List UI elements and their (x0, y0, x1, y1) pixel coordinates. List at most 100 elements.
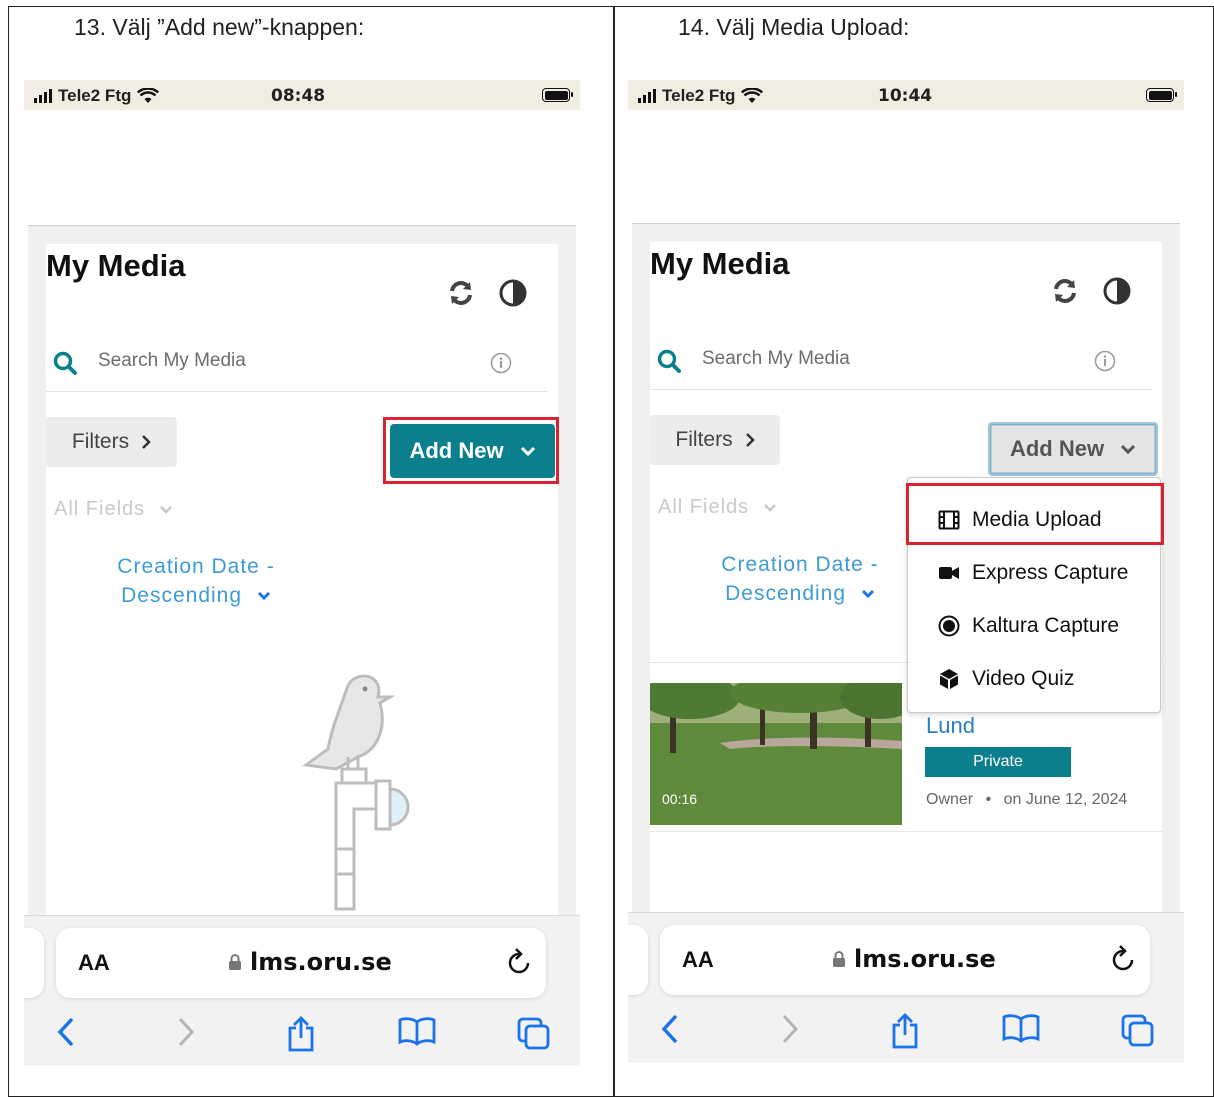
host-text: lms.oru.se (854, 945, 996, 973)
highlight-box (906, 483, 1164, 545)
safari-bottom-bar: AA lms.oru.se (24, 915, 580, 1066)
carrier-name: Tele2 Ftg (662, 86, 736, 105)
info-icon[interactable] (490, 352, 512, 374)
my-media-card: My Media Search My Media Filters Add New… (46, 244, 559, 1004)
lock-icon (229, 954, 241, 970)
signal-icon (34, 89, 52, 103)
text-size-button[interactable]: AA (682, 947, 714, 973)
page-sheet: My Media Search My Media Filters Add New… (28, 225, 576, 1004)
menu-item-label: Express Capture (972, 561, 1129, 584)
menu-item-label: Video Quiz (972, 667, 1075, 690)
search-bar[interactable]: Search My Media (650, 332, 1152, 390)
reload-icon[interactable] (1110, 945, 1136, 973)
status-bar: Tele2 Ftg 10:44 (628, 80, 1184, 110)
battery-icon (1146, 88, 1177, 102)
clock: 08:48 (271, 86, 326, 106)
contrast-icon[interactable] (1102, 276, 1132, 306)
battery-icon (542, 88, 573, 102)
page-sheet: My Media Search My Media Filters Add New… (632, 223, 1180, 1002)
sort-dropdown[interactable]: Creation Date - Descending (710, 550, 890, 608)
media-duration: 00:16 (662, 791, 698, 807)
status-bar: Tele2 Ftg 08:48 (24, 80, 580, 110)
menu-item-kaltura-capture[interactable]: Kaltura Capture (938, 614, 1119, 638)
wifi-icon (137, 88, 160, 103)
search-icon (53, 351, 77, 375)
filters-button[interactable]: Filters (650, 415, 780, 465)
previous-tab-stub[interactable] (628, 925, 648, 995)
safari-bottom-bar: AA lms.oru.se (628, 912, 1184, 1063)
column-divider (613, 7, 615, 1096)
all-fields-dropdown[interactable]: All Fields (54, 498, 173, 521)
refresh-icon[interactable] (1050, 276, 1080, 306)
wifi-icon (741, 88, 764, 103)
phone-screenshot-step-13: Tele2 Ftg 08:48 My Media Search My Media… (24, 80, 580, 1066)
media-owner-line: Owner • on June 12, 2024 (926, 791, 1127, 809)
host-text: lms.oru.se (250, 948, 392, 976)
chevron-down-icon (1121, 444, 1136, 454)
record-icon (938, 615, 960, 637)
carrier: Tele2 Ftg (34, 86, 160, 106)
media-thumbnail[interactable]: 00:16 (650, 683, 902, 825)
step-14-title: 14. Välj Media Upload: (678, 14, 910, 40)
forward-icon[interactable] (780, 1013, 800, 1045)
tabs-icon[interactable] (1120, 1013, 1156, 1049)
filters-button[interactable]: Filters (46, 417, 177, 467)
chevron-down-icon (160, 506, 173, 514)
bookmarks-icon[interactable] (1002, 1013, 1040, 1043)
previous-tab-stub[interactable] (24, 928, 44, 998)
contrast-icon[interactable] (498, 278, 528, 308)
address-bar[interactable]: AA lms.oru.se (56, 928, 546, 998)
refresh-icon[interactable] (446, 278, 476, 308)
search-input[interactable]: Search My Media (702, 348, 850, 370)
back-icon[interactable] (660, 1013, 680, 1045)
signal-icon (638, 89, 656, 103)
empty-state-bird-illustration (302, 674, 410, 911)
info-icon[interactable] (1094, 350, 1116, 372)
search-bar[interactable]: Search My Media (46, 334, 548, 392)
sort-dropdown[interactable]: Creation Date - Descending (106, 552, 286, 610)
back-icon[interactable] (56, 1016, 76, 1048)
bullet-separator: • (985, 791, 992, 808)
phone-screenshot-step-14: Tele2 Ftg 10:44 My Media Search My Media… (628, 80, 1184, 1066)
cube-icon (940, 669, 958, 689)
add-new-label: Add New (1009, 436, 1105, 461)
lock-icon (833, 951, 845, 967)
address-bar[interactable]: AA lms.oru.se (660, 925, 1150, 995)
add-new-button[interactable]: Add New (988, 422, 1158, 476)
search-input[interactable]: Search My Media (98, 350, 246, 372)
media-date: on June 12, 2024 (1003, 791, 1128, 808)
all-fields-dropdown[interactable]: All Fields (658, 496, 777, 519)
text-size-button[interactable]: AA (78, 950, 110, 976)
carrier-name: Tele2 Ftg (58, 86, 132, 105)
forward-icon[interactable] (176, 1016, 196, 1048)
url-host: lms.oru.se (832, 945, 996, 973)
media-title[interactable]: Lund (926, 713, 975, 739)
menu-item-video-quiz[interactable]: Video Quiz (938, 667, 1074, 691)
safari-toolbar (628, 1013, 1184, 1053)
page-title: My Media (46, 248, 186, 283)
safari-toolbar (24, 1016, 580, 1056)
page-title: My Media (650, 246, 790, 281)
chevron-right-icon (745, 433, 755, 447)
url-host: lms.oru.se (228, 948, 392, 976)
clock: 10:44 (878, 86, 933, 106)
carrier: Tele2 Ftg (638, 86, 764, 106)
tabs-icon[interactable] (516, 1016, 552, 1052)
video-camera-icon (939, 567, 959, 579)
share-icon[interactable] (286, 1016, 316, 1052)
reload-icon[interactable] (506, 948, 532, 976)
my-media-card: My Media Search My Media Filters Add New… (650, 242, 1164, 1002)
privacy-badge: Private (925, 747, 1071, 777)
search-icon (657, 349, 681, 373)
bookmarks-icon[interactable] (398, 1016, 436, 1046)
step-13-title: 13. Välj ”Add new”-knappen: (74, 14, 365, 40)
all-fields-label: All Fields (658, 496, 750, 518)
filters-label: Filters (675, 428, 733, 451)
menu-item-express-capture[interactable]: Express Capture (938, 561, 1128, 585)
sort-label: Creation Date - Descending (117, 555, 275, 607)
chevron-right-icon (142, 435, 151, 449)
menu-item-label: Kaltura Capture (972, 614, 1120, 637)
owner-label: Owner (926, 791, 974, 808)
share-icon[interactable] (890, 1013, 920, 1049)
chevron-down-icon (257, 592, 270, 601)
